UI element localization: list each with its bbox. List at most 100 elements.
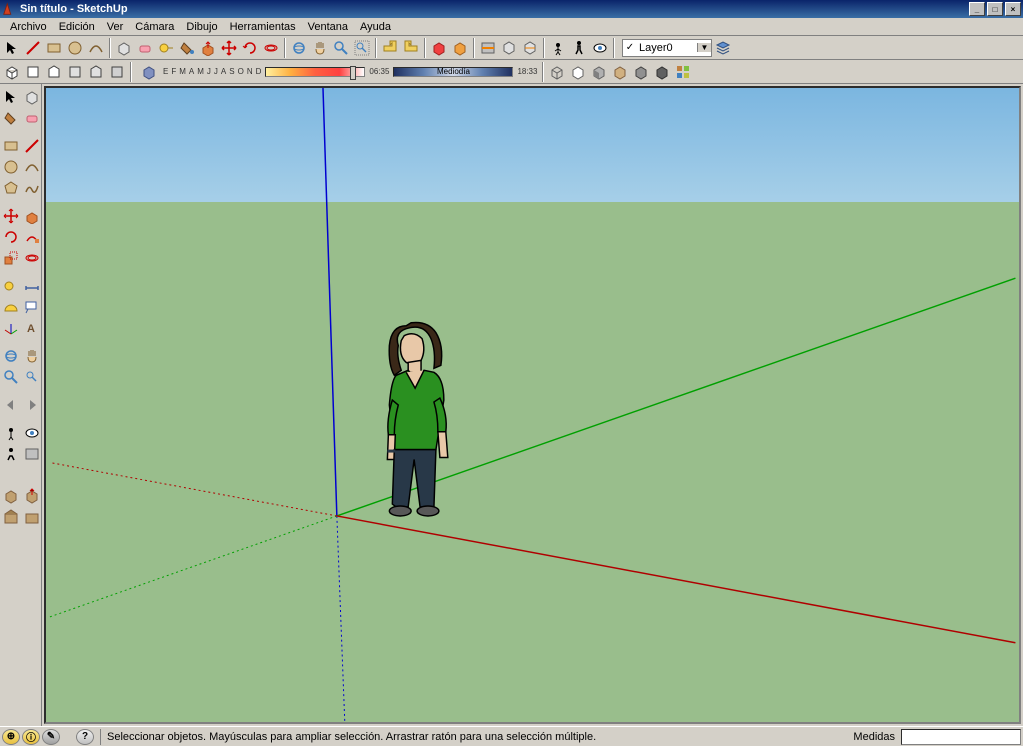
wireframe-style-tool[interactable] — [547, 62, 567, 82]
styles-editor-tool[interactable] — [673, 62, 693, 82]
share-model-tool[interactable] — [450, 38, 470, 58]
side-share-component-tool[interactable] — [22, 507, 42, 527]
menu-herramientas[interactable]: Herramientas — [224, 20, 302, 34]
display-section-cuts-tool[interactable] — [520, 38, 540, 58]
side-3dwarehouse-tool[interactable] — [1, 507, 21, 527]
side-prev-view-tool[interactable] — [1, 395, 21, 415]
side-select-tool[interactable] — [1, 87, 21, 107]
side-3d-text-tool[interactable]: A — [22, 318, 42, 338]
side-push-pull-tool[interactable] — [22, 206, 42, 226]
hidden-line-style-tool[interactable] — [568, 62, 588, 82]
maximize-button[interactable]: □ — [987, 2, 1003, 16]
iso-view-tool[interactable] — [2, 62, 22, 82]
side-zoom-tool[interactable] — [1, 367, 21, 387]
right-view-tool[interactable] — [65, 62, 85, 82]
side-line-tool[interactable] — [22, 136, 42, 156]
front-view-tool[interactable] — [44, 62, 64, 82]
side-axes-tool[interactable] — [1, 318, 21, 338]
side-follow-me-tool[interactable] — [22, 227, 42, 247]
side-paint-bucket-tool[interactable] — [1, 108, 21, 128]
side-next-view-tool[interactable] — [22, 395, 42, 415]
menu-ventana[interactable]: Ventana — [302, 20, 354, 34]
side-circle-tool[interactable] — [1, 157, 21, 177]
side-zoom-extents-tool[interactable] — [22, 367, 42, 387]
xray-style-tool[interactable] — [652, 62, 672, 82]
side-look-around-tool[interactable] — [22, 423, 42, 443]
shaded-style-tool[interactable] — [589, 62, 609, 82]
push-pull-tool[interactable] — [198, 38, 218, 58]
side-position-camera-tool[interactable] — [1, 423, 21, 443]
walk-tool[interactable] — [569, 38, 589, 58]
rect-tool[interactable] — [44, 38, 64, 58]
side-freehand-tool[interactable] — [22, 178, 42, 198]
minimize-button[interactable]: _ — [969, 2, 985, 16]
layer-manager-tool[interactable] — [713, 38, 733, 58]
next-view-tool[interactable] — [401, 38, 421, 58]
menu-dibujo[interactable]: Dibujo — [180, 20, 223, 34]
rotate-tool[interactable] — [240, 38, 260, 58]
position-camera-tool[interactable] — [548, 38, 568, 58]
line-tool[interactable] — [23, 38, 43, 58]
side-tape-measure-tool[interactable] — [1, 276, 21, 296]
side-rect-tool[interactable] — [1, 136, 21, 156]
menu-edicion[interactable]: Edición — [53, 20, 101, 34]
get-models-tool[interactable] — [429, 38, 449, 58]
paint-bucket-tool[interactable] — [177, 38, 197, 58]
eraser-tool[interactable] — [135, 38, 155, 58]
status-geolocation-button[interactable]: ⊕ — [2, 729, 20, 745]
status-credits-button[interactable]: ⓘ — [22, 729, 40, 745]
measure-input[interactable] — [901, 729, 1021, 745]
menu-camara[interactable]: Cámara — [129, 20, 180, 34]
move-tool[interactable] — [219, 38, 239, 58]
side-section-plane-tool[interactable] — [22, 444, 42, 464]
side-eraser-tool[interactable] — [22, 108, 42, 128]
menu-ver[interactable]: Ver — [101, 20, 130, 34]
side-dimension-tool[interactable] — [22, 276, 42, 296]
side-walk-tool[interactable] — [1, 444, 21, 464]
side-polygon-tool[interactable] — [1, 178, 21, 198]
menu-archivo[interactable]: Archivo — [4, 20, 53, 34]
pan-tool[interactable] — [310, 38, 330, 58]
side-get-models-tool[interactable] — [1, 486, 21, 506]
zoom-tool[interactable] — [331, 38, 351, 58]
circle-tool[interactable] — [65, 38, 85, 58]
top-view-tool[interactable] — [23, 62, 43, 82]
left-view-tool[interactable] — [107, 62, 127, 82]
shadow-date-slider[interactable] — [265, 67, 365, 77]
section-plane-tool[interactable] — [478, 38, 498, 58]
main-area: A — [0, 84, 1023, 726]
viewport-3d[interactable] — [44, 86, 1021, 724]
monochrome-style-tool[interactable] — [631, 62, 651, 82]
select-tool[interactable] — [2, 38, 22, 58]
menu-ayuda[interactable]: Ayuda — [354, 20, 397, 34]
side-make-component-tool[interactable] — [22, 87, 42, 107]
side-pan-tool[interactable] — [22, 346, 42, 366]
side-share-model-tool[interactable] — [22, 486, 42, 506]
side-rotate-tool[interactable] — [1, 227, 21, 247]
layer-dropdown-icon[interactable]: ▼ — [697, 43, 711, 52]
display-section-planes-tool[interactable] — [499, 38, 519, 58]
offset-tool[interactable] — [261, 38, 281, 58]
side-offset-tool[interactable] — [22, 248, 42, 268]
orbit-tool[interactable] — [289, 38, 309, 58]
shadow-toggle-tool[interactable] — [139, 62, 159, 82]
back-view-tool[interactable] — [86, 62, 106, 82]
close-button[interactable]: × — [1005, 2, 1021, 16]
side-text-tool[interactable] — [22, 297, 42, 317]
look-around-tool[interactable] — [590, 38, 610, 58]
make-component-tool[interactable] — [114, 38, 134, 58]
shadow-time-slider[interactable]: Mediodía — [393, 67, 513, 77]
status-help-button[interactable]: ? — [76, 729, 94, 745]
side-arc-tool[interactable] — [22, 157, 42, 177]
layer-selector[interactable]: ✓ Layer0 ▼ — [622, 39, 712, 57]
side-move-tool[interactable] — [1, 206, 21, 226]
zoom-extents-tool[interactable] — [352, 38, 372, 58]
side-scale-tool[interactable] — [1, 248, 21, 268]
tape-measure-tool[interactable] — [156, 38, 176, 58]
side-protractor-tool[interactable] — [1, 297, 21, 317]
side-orbit-tool[interactable] — [1, 346, 21, 366]
status-claim-button[interactable]: ✎ — [42, 729, 60, 745]
shaded-textures-style-tool[interactable] — [610, 62, 630, 82]
prev-view-tool[interactable] — [380, 38, 400, 58]
arc-tool[interactable] — [86, 38, 106, 58]
